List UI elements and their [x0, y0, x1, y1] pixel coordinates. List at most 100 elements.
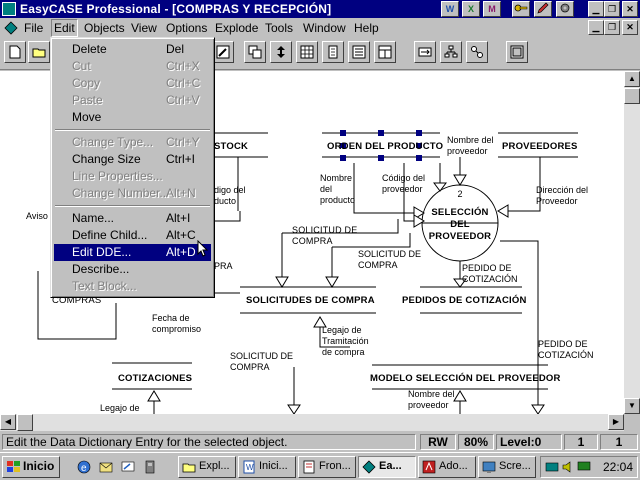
status-bar: Edit the Data Dictionary Entry for the s… — [0, 432, 640, 452]
menu-options[interactable]: Options — [166, 21, 207, 35]
flow-pedido-cotizacion-2[interactable]: PEDIDO DE COTIZACIÓN — [538, 339, 598, 361]
frontpage-icon — [303, 460, 315, 474]
task-frontpage[interactable]: Fron... — [298, 456, 356, 478]
flow-solicitud-compra-2[interactable]: SOLICITUD DE COMPRA — [358, 249, 432, 271]
flow-solicitud-compra-3[interactable]: SOLICITUD DE COMPRA — [230, 351, 302, 373]
word-icon[interactable]: W — [441, 1, 459, 17]
menu-bar: File Edit Objects View Options Explode T… — [0, 18, 640, 38]
menu-separator — [55, 205, 210, 207]
flow-pra-partial[interactable]: PRA — [214, 261, 233, 272]
start-button[interactable]: Inicio — [2, 456, 60, 478]
vertical-scroll-thumb[interactable] — [624, 88, 640, 104]
mdi-minimize-button[interactable]: ▁ — [588, 20, 604, 35]
open-diagram-button[interactable] — [28, 41, 50, 63]
volume-tray-icon[interactable] — [561, 460, 575, 474]
menu-item-define-child[interactable]: Define Child... Alt+C — [54, 227, 211, 244]
flow-fecha-compromiso[interactable]: Fecha de compromiso — [152, 313, 210, 335]
flow-codigo-proveedor[interactable]: Código del proveedor — [382, 173, 428, 195]
scroll-right-button[interactable]: ▶ — [608, 414, 624, 430]
store-stock-label[interactable]: STOCK — [214, 141, 248, 152]
network-tray-icon[interactable] — [545, 460, 559, 474]
vertical-scrollbar[interactable]: ▲ ▼ — [624, 71, 640, 414]
tool-button-j[interactable] — [466, 41, 488, 63]
menu-file[interactable]: File — [24, 21, 43, 35]
excel-icon[interactable]: X — [462, 1, 480, 17]
task-explorer[interactable]: Expl... — [178, 456, 236, 478]
store-proveedores-label[interactable]: PROVEEDORES — [502, 141, 578, 152]
size-grip[interactable] — [624, 414, 640, 431]
store-modelo-label[interactable]: MODELO SELECCIÓN DEL PROVEEDOR — [370, 373, 561, 384]
clock[interactable]: 22:04 — [603, 460, 633, 474]
svg-text:W: W — [246, 463, 254, 472]
desktop-quicklaunch-icon[interactable] — [120, 459, 136, 475]
menu-view[interactable]: View — [131, 21, 157, 35]
tool-button-k[interactable] — [506, 41, 528, 63]
scroll-down-button[interactable]: ▼ — [624, 398, 640, 414]
horizontal-scrollbar[interactable]: ◀ ▶ — [0, 414, 624, 431]
horizontal-scroll-thumb[interactable] — [17, 414, 33, 431]
process-name[interactable]: SELECCIÓN DEL PROVEEDOR — [426, 207, 494, 243]
menu-objects[interactable]: Objects — [84, 21, 125, 35]
new-diagram-button[interactable] — [4, 41, 26, 63]
tool-button-c[interactable] — [270, 41, 292, 63]
document-icon[interactable] — [4, 21, 18, 35]
network-icon — [471, 46, 483, 58]
flow-nombre-producto[interactable]: Nombre del producto — [320, 173, 364, 206]
minimize-button[interactable]: ▁ — [588, 1, 604, 17]
task-easycase[interactable]: Ea... — [358, 456, 416, 478]
scroll-up-button[interactable]: ▲ — [624, 71, 640, 87]
tool-button-f[interactable] — [348, 41, 370, 63]
tool-button-g[interactable] — [374, 41, 396, 63]
menu-window[interactable]: Window — [303, 21, 346, 35]
tool-button-h[interactable] — [414, 41, 436, 63]
key-icon[interactable] — [512, 1, 530, 17]
tool-button-e[interactable] — [322, 41, 344, 63]
store-cotizaciones-label[interactable]: COTIZACIONES — [118, 373, 192, 384]
close-button[interactable]: ✕ — [622, 1, 638, 17]
task-inicio[interactable]: W Inici... — [238, 456, 296, 478]
access-icon[interactable]: M — [483, 1, 501, 17]
menu-item-paste: Paste Ctrl+V — [72, 93, 200, 107]
tool-button-a[interactable] — [212, 41, 234, 63]
scroll-left-button[interactable]: ◀ — [0, 414, 16, 430]
flow-codigo-producto-partial[interactable]: digo del ducto — [214, 185, 254, 207]
flow-aviso-partial[interactable]: Aviso — [26, 211, 48, 222]
task-screen[interactable]: Scre... — [478, 456, 536, 478]
flow-direccion-proveedor[interactable]: Dirección del Proveedor — [536, 185, 596, 207]
menu-edit[interactable]: Edit — [51, 19, 78, 37]
flow-legajo-tramitacion[interactable]: Legajo de Tramitación de compra — [322, 325, 372, 358]
menu-item-delete[interactable]: Delete Del — [54, 41, 211, 58]
app-icon[interactable] — [2, 2, 16, 16]
monitor-tray-icon[interactable] — [577, 460, 591, 474]
tool-button-b[interactable] — [244, 41, 266, 63]
mdi-restore-button[interactable]: ❐ — [604, 20, 620, 35]
flow-legajo[interactable]: Legajo de — [100, 403, 140, 414]
mdi-close-button[interactable]: ✕ — [622, 20, 638, 35]
menu-item-move[interactable]: Move — [54, 109, 211, 126]
pencil-tool-icon — [216, 45, 230, 59]
menu-item-name[interactable]: Name... Alt+I — [54, 210, 211, 227]
flow-nombre-proveedor[interactable]: Nombre del proveedor — [447, 135, 499, 157]
restore-button[interactable]: ❐ — [604, 1, 620, 17]
task-adobe[interactable]: Ado... — [418, 456, 476, 478]
flow-pedido-cotizacion-1[interactable]: PEDIDO DE COTIZACIÓN — [462, 263, 526, 285]
menu-explode[interactable]: Explode — [215, 21, 258, 35]
tool-button-i[interactable] — [440, 41, 462, 63]
menu-tools[interactable]: Tools — [265, 21, 293, 35]
status-level: Level:0 — [496, 434, 562, 450]
flow-solicitud-compra-1[interactable]: SOLICITUD DE COMPRA — [292, 225, 372, 247]
flow-nombre-proveedor-2[interactable]: Nombre del proveedor — [408, 389, 458, 411]
menu-help[interactable]: Help — [354, 21, 379, 35]
store-orden-del-producto-label[interactable]: ORDEN DEL PRODUCTO — [327, 141, 443, 152]
pencil-icon[interactable] — [534, 1, 552, 17]
outlook-quicklaunch-icon[interactable] — [98, 459, 114, 475]
store-pedidos-label[interactable]: PEDIDOS DE COTIZACIÓN — [402, 295, 527, 306]
ie-quicklaunch-icon[interactable]: e — [76, 459, 92, 475]
store-solicitudes-label[interactable]: SOLICITUDES DE COMPRA — [246, 295, 375, 306]
gear-icon[interactable] — [556, 1, 574, 17]
menu-item-change-size[interactable]: Change Size Ctrl+I — [54, 151, 211, 168]
channels-quicklaunch-icon[interactable] — [142, 459, 158, 475]
tool-button-d[interactable] — [296, 41, 318, 63]
menu-item-describe[interactable]: Describe... — [54, 261, 211, 278]
menu-item-edit-dde[interactable]: Edit DDE... Alt+D — [54, 244, 211, 261]
